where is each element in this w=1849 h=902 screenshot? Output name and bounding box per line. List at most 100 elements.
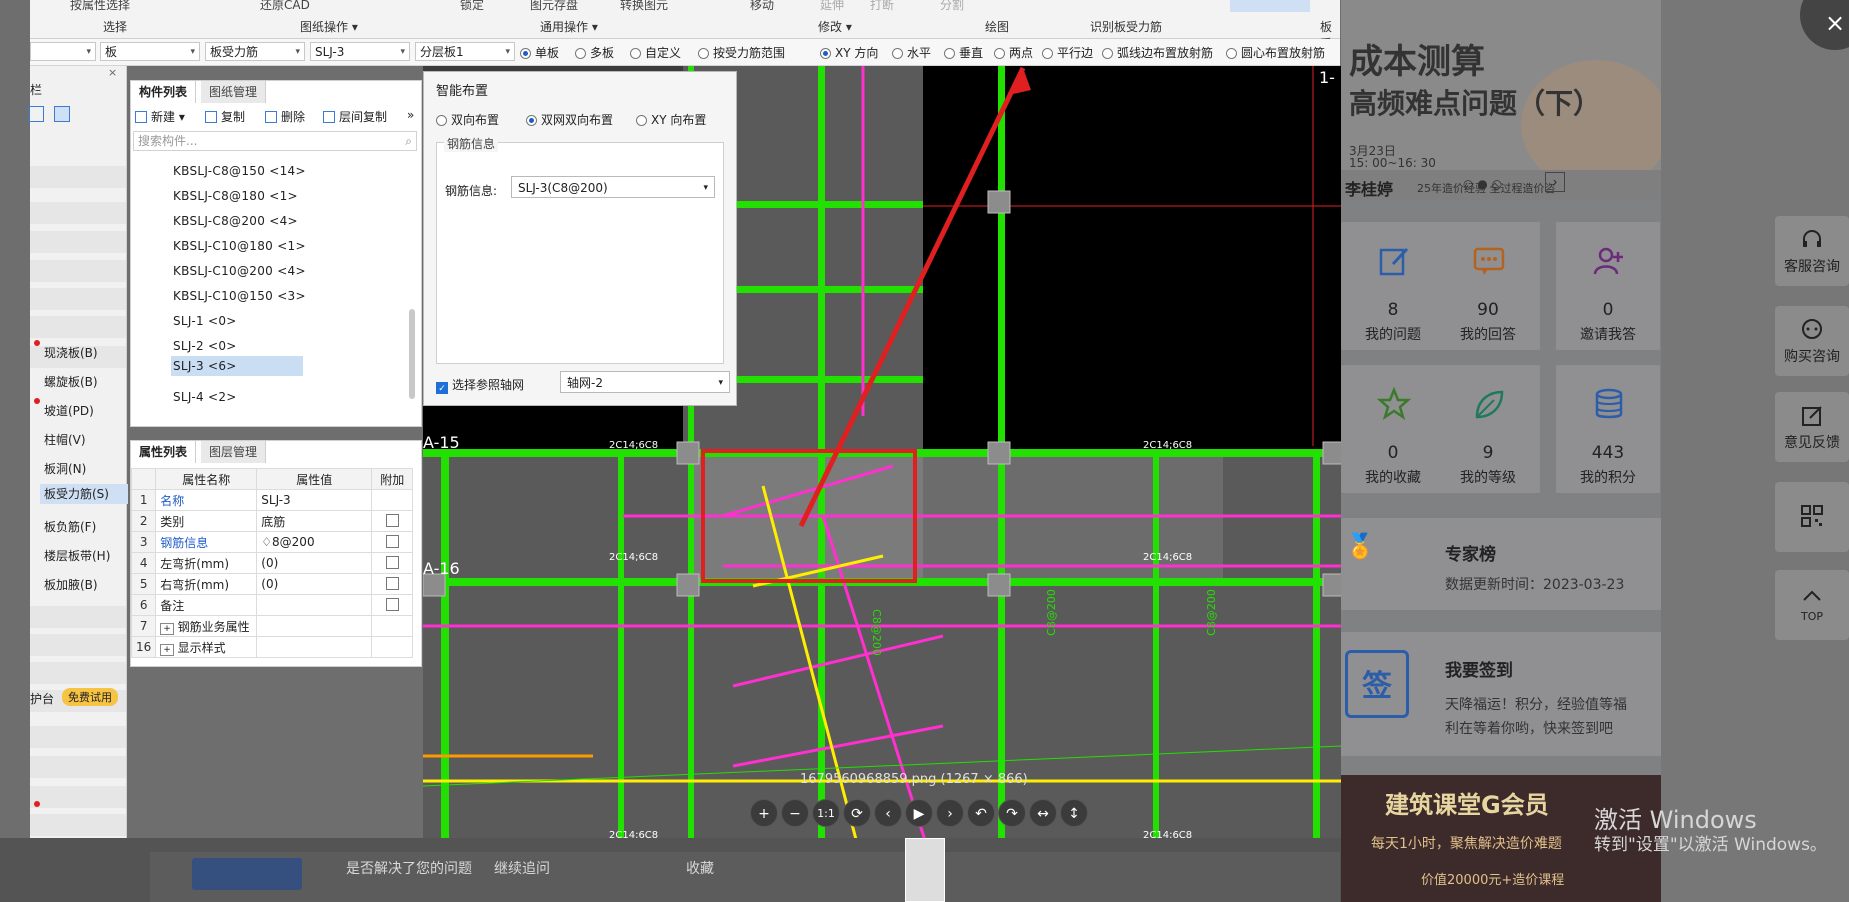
mode-double-net-two-way[interactable]: 双网双向布置	[526, 111, 613, 128]
next-button[interactable]: ›	[936, 799, 964, 827]
rotate-right-button[interactable]: ↷	[998, 799, 1026, 827]
ribbon-item-break[interactable]: 打断	[870, 0, 894, 13]
table-row[interactable]: 2 类别 底筋	[130, 510, 414, 532]
list-item[interactable]: SLJ-1 <0>	[173, 314, 237, 328]
nav-item-slab-haunch[interactable]: 板加腋(B)	[44, 576, 98, 593]
purchase-consult-button[interactable]: 购买咨询	[1775, 306, 1849, 376]
prop-extra[interactable]	[371, 594, 414, 616]
copy-button[interactable]: 复制	[205, 108, 245, 125]
option-custom[interactable]: 自定义	[630, 44, 681, 61]
checkbox[interactable]	[385, 535, 399, 548]
ribbon-item-convert[interactable]: 转换图元	[620, 0, 668, 13]
nav-item-ramp[interactable]: 坡道(PD)	[44, 402, 94, 419]
tab-drawing-management[interactable]: 图纸管理	[201, 81, 267, 103]
prop-name-expandable[interactable]: + 钢筋业务属性	[155, 615, 258, 637]
stat-my-favorites[interactable]: 0 我的收藏	[1341, 365, 1445, 493]
element-type-select[interactable]: 板 ▾	[100, 42, 200, 61]
list-item[interactable]: KBSLJ-C10@150 <3>	[173, 289, 306, 303]
prop-value[interactable]: (0)	[256, 552, 373, 574]
ribbon-item-split[interactable]: 分割	[940, 0, 964, 13]
flip-horizontal-button[interactable]: ↔	[1029, 799, 1057, 827]
element-category-select[interactable]: 板受力筋 ▾	[205, 42, 305, 61]
list-item[interactable]: KBSLJ-C8@180 <1>	[173, 189, 298, 203]
nav-item-spiral-slab[interactable]: 螺旋板(B)	[44, 373, 98, 390]
close-icon[interactable]: ×	[108, 66, 117, 79]
rotate-left-button[interactable]: ↶	[967, 799, 995, 827]
prop-extra[interactable]	[371, 552, 414, 574]
back-to-top-button[interactable]: TOP	[1775, 570, 1849, 640]
delete-button[interactable]: 删除	[265, 108, 305, 125]
option-multi-slab[interactable]: 多板	[575, 44, 614, 61]
play-button[interactable]: ▶	[905, 799, 933, 827]
prop-value[interactable]: (0)	[256, 573, 373, 595]
ribbon-group-common-ops[interactable]: 通用操作 ▾	[540, 18, 598, 35]
follow-up-link[interactable]: 继续追问	[494, 858, 550, 878]
expand-icon[interactable]: +	[160, 643, 174, 656]
list-item[interactable]: KBSLJ-C10@200 <4>	[173, 264, 306, 278]
list-item[interactable]: KBSLJ-C10@180 <1>	[173, 239, 306, 253]
option-parallel-edge[interactable]: 平行边	[1042, 44, 1093, 61]
reference-axis-checkbox[interactable]: ✓ 选择参照轴网	[436, 376, 524, 394]
ribbon-item-extend[interactable]: 延伸	[820, 0, 844, 13]
favorite-link[interactable]: 收藏	[686, 858, 714, 878]
table-row[interactable]: 3 钢筋信息 ♢8@200	[130, 531, 414, 553]
nav-item-column-cap[interactable]: 柱帽(V)	[44, 431, 86, 448]
list-item-selected[interactable]: SLJ-3 <6>	[171, 356, 303, 376]
option-center-radial[interactable]: 圆心布置放射筋	[1226, 44, 1325, 61]
expand-icon[interactable]: +	[160, 622, 174, 635]
stat-my-level[interactable]: 9 我的等级	[1436, 365, 1540, 493]
feedback-button[interactable]: 意见反馈	[1775, 392, 1849, 462]
checkbox[interactable]	[385, 556, 399, 569]
nav-item-slab-rebar[interactable]: 板受力筋(S)	[40, 484, 128, 504]
stat-my-questions[interactable]: 8 我的问题	[1341, 222, 1445, 350]
zoom-in-button[interactable]: +	[750, 799, 778, 827]
expert-ranking-card[interactable]: 🏅 专家榜 数据更新时间：2023-03-23	[1341, 518, 1663, 610]
table-row[interactable]: 1 名称 SLJ-3	[130, 489, 414, 511]
list-item[interactable]: KBSLJ-C8@200 <4>	[173, 214, 298, 228]
stat-my-answers[interactable]: 90 我的回答	[1436, 222, 1540, 350]
checkbox[interactable]	[385, 577, 399, 590]
list-item[interactable]: SLJ-4 <2>	[173, 390, 237, 404]
table-row[interactable]: 6 备注	[130, 594, 414, 616]
nav-item-slab-neg-rebar[interactable]: 板负筋(F)	[44, 518, 96, 535]
prop-extra[interactable]	[371, 510, 414, 532]
ribbon-group-modify[interactable]: 修改 ▾	[818, 18, 852, 35]
zoom-out-button[interactable]: −	[781, 799, 809, 827]
free-trial-badge[interactable]: 免费试用	[62, 688, 118, 706]
option-vertical[interactable]: 垂直	[944, 44, 983, 61]
ribbon-item-save-element[interactable]: 图元存盘	[530, 0, 578, 13]
list-view-icon[interactable]	[28, 106, 44, 122]
layer-select[interactable]: 分层板1 ▾	[415, 42, 515, 61]
search-input[interactable]: 搜索构件... ⌕	[133, 131, 417, 151]
customer-service-button[interactable]: 客服咨询	[1775, 216, 1849, 286]
tab-layer-management[interactable]: 图层管理	[201, 441, 267, 463]
detail-view-icon[interactable]	[54, 106, 70, 122]
table-row[interactable]: 5 右弯折(mm) (0)	[130, 573, 414, 595]
floor-select[interactable]: ▾	[30, 42, 96, 61]
ribbon-group-drawing-ops[interactable]: 图纸操作 ▾	[300, 18, 358, 35]
option-horizontal[interactable]: 水平	[892, 44, 931, 61]
option-two-points[interactable]: 两点	[994, 44, 1033, 61]
ribbon-item-select-by-attr[interactable]: 按属性选择	[70, 0, 130, 13]
nav-item-slab-hole[interactable]: 板洞(N)	[44, 460, 86, 477]
sign-in-card[interactable]: 签 我要签到 天降福运！积分，经验值等福 利在等着你哟，快来签到吧	[1341, 632, 1663, 756]
prop-value[interactable]: ♢8@200	[256, 531, 373, 553]
prop-value[interactable]: 底筋	[256, 510, 373, 532]
prop-name-expandable[interactable]: + 显示样式	[155, 636, 258, 658]
carousel-dots[interactable]: ○ ● ○	[1463, 177, 1502, 191]
nav-item-floor-strip[interactable]: 楼层板带(H)	[44, 547, 110, 564]
qr-code-button[interactable]	[1775, 482, 1849, 552]
prev-button[interactable]: ‹	[874, 799, 902, 827]
tab-component-list[interactable]: 构件列表	[131, 81, 197, 103]
element-name-select[interactable]: SLJ-3 ▾	[310, 42, 410, 61]
option-arc-radial[interactable]: 弧线边布置放射筋	[1102, 44, 1213, 61]
ribbon-item-restore-cad[interactable]: 还原CAD	[260, 0, 310, 13]
stat-invited-answers[interactable]: 0 邀请我答	[1556, 222, 1660, 350]
option-by-rebar-range[interactable]: 按受力筋范围	[698, 44, 785, 61]
actual-size-button[interactable]: 1:1	[812, 799, 840, 827]
reset-button[interactable]: ⟳	[843, 799, 871, 827]
mode-xy[interactable]: XY 向布置	[636, 111, 706, 128]
stat-my-points[interactable]: 443 我的积分	[1556, 365, 1660, 493]
prop-extra[interactable]	[371, 573, 414, 595]
copy-between-floors-button[interactable]: 层间复制	[323, 108, 387, 125]
